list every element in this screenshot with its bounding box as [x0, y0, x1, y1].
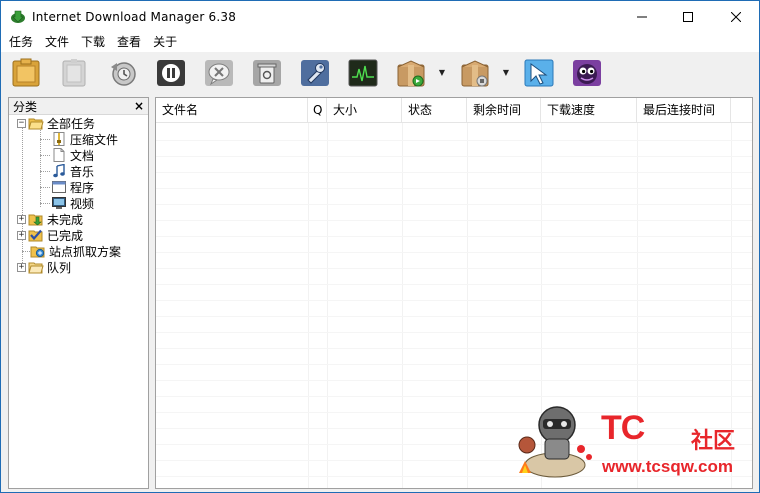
categories-close-icon[interactable]: × — [134, 100, 144, 112]
program-icon — [51, 180, 67, 194]
unfinished-folder-icon — [28, 212, 44, 226]
tree-item-grabber-projects[interactable]: 站点抓取方案 — [30, 243, 121, 259]
window-title: Internet Download Manager 6.38 — [32, 9, 237, 24]
category-tree: − 全部任务 压缩文件 文档 音乐 程序 视频 + 未完成 + 已完成 站点抓取… — [9, 115, 148, 487]
site-watermark: TC 社区 www.tcsqw.com — [509, 399, 755, 483]
column-last-try[interactable]: 最后连接时间 — [637, 98, 731, 123]
column-queue[interactable]: Q — [308, 98, 327, 123]
archive-icon — [51, 132, 67, 146]
column-transfer-rate[interactable]: 下载速度 — [541, 98, 637, 123]
column-time-left[interactable]: 剩余时间 — [467, 98, 541, 123]
tree-label: 未完成 — [47, 212, 84, 227]
tree-item-finished[interactable]: + 已完成 — [17, 227, 83, 243]
stop-queue-dropdown-icon[interactable]: ▼ — [501, 67, 511, 77]
options-button[interactable] — [299, 57, 331, 89]
tell-friend-button[interactable] — [571, 57, 603, 89]
tree-label: 音乐 — [70, 164, 95, 179]
watermark-url: www.tcsqw.com — [602, 457, 733, 476]
tree-item-video[interactable]: 视频 — [51, 195, 94, 211]
tree-label: 压缩文件 — [70, 132, 119, 147]
menu-file[interactable]: 文件 — [39, 32, 75, 52]
delete-button[interactable] — [203, 57, 235, 89]
document-icon — [51, 148, 67, 162]
grabber-icon — [524, 59, 554, 87]
close-icon — [731, 11, 741, 22]
stop-all-button[interactable] — [155, 57, 187, 89]
tree-item-queues[interactable]: + 队列 — [17, 259, 71, 275]
menu-help[interactable]: 关于 — [147, 32, 183, 52]
scheduler-button[interactable] — [347, 57, 379, 89]
menu-bar: 任务 文件 下载 查看 关于 — [1, 32, 759, 52]
delete-icon — [205, 60, 233, 86]
column-status[interactable]: 状态 — [402, 98, 467, 123]
collapse-icon[interactable]: − — [17, 118, 26, 128]
video-icon — [51, 196, 67, 210]
tree-label: 文档 — [70, 148, 95, 163]
expand-icon[interactable]: + — [17, 262, 26, 272]
resume-icon — [62, 59, 86, 87]
folder-open-icon — [28, 116, 44, 130]
watermark-brand: TC — [601, 409, 645, 447]
new-task-icon — [12, 58, 40, 87]
tell-friend-icon — [573, 60, 601, 86]
stop-button[interactable] — [107, 57, 139, 89]
stop-queue-icon — [461, 60, 489, 87]
column-size[interactable]: 大小 — [327, 98, 402, 123]
tree-label: 程序 — [70, 180, 95, 195]
column-file-name[interactable]: 文件名 — [156, 98, 308, 123]
tree-item-music[interactable]: 音乐 — [51, 163, 94, 179]
stop-all-icon — [157, 60, 185, 86]
maximize-icon — [683, 11, 693, 22]
tree-label: 全部任务 — [47, 116, 96, 131]
menu-downloads[interactable]: 下载 — [75, 32, 111, 52]
queue-folder-icon — [28, 260, 44, 274]
idm-logo-icon — [10, 9, 26, 25]
categories-panel: 分类 × − 全部任务 压缩文件 文档 音乐 程序 视频 + 未完成 + 已完成… — [8, 97, 149, 489]
menu-tasks[interactable]: 任务 — [3, 32, 39, 52]
start-queue-icon — [397, 60, 425, 87]
expand-icon[interactable]: + — [17, 214, 26, 224]
tree-label: 已完成 — [47, 228, 84, 243]
tree-item-compressed[interactable]: 压缩文件 — [51, 131, 118, 147]
categories-title: 分类 — [13, 99, 38, 114]
scheduler-icon — [348, 59, 378, 87]
finished-folder-icon — [28, 228, 44, 242]
tree-item-all-downloads[interactable]: − 全部任务 — [17, 115, 95, 131]
tree-item-documents[interactable]: 文档 — [51, 147, 94, 163]
start-queue-dropdown-icon[interactable]: ▼ — [437, 67, 447, 77]
tree-label: 视频 — [70, 196, 95, 211]
tree-label: 队列 — [47, 260, 72, 275]
stop-queue-button[interactable] — [459, 57, 491, 89]
options-icon — [301, 60, 329, 86]
watermark-community: 社区 — [691, 429, 736, 454]
delete-completed-button[interactable] — [251, 57, 283, 89]
minimize-button[interactable] — [619, 1, 665, 32]
close-button[interactable] — [713, 1, 759, 32]
delete-all-icon — [253, 60, 281, 86]
grabber-project-icon — [30, 244, 46, 258]
tree-item-programs[interactable]: 程序 — [51, 179, 94, 195]
app-window: Internet Download Manager 6.38 任务 文件 下载 … — [0, 0, 760, 493]
stop-icon — [111, 62, 136, 86]
resume-button[interactable] — [58, 57, 90, 89]
toolbar: ▼ ▼ — [1, 52, 759, 94]
minimize-icon — [637, 16, 647, 17]
tree-item-unfinished[interactable]: + 未完成 — [17, 211, 83, 227]
grabber-button[interactable] — [523, 57, 555, 89]
music-icon — [51, 163, 67, 178]
add-url-button[interactable] — [10, 57, 42, 89]
categories-header: 分类 × — [9, 98, 148, 115]
list-header: 文件名 Q 大小 状态 剩余时间 下载速度 最后连接时间 — [156, 98, 752, 123]
expand-icon[interactable]: + — [17, 230, 26, 240]
mascot-logo-icon — [518, 406, 592, 478]
start-queue-button[interactable] — [395, 57, 427, 89]
maximize-button[interactable] — [665, 1, 711, 32]
menu-view[interactable]: 查看 — [111, 32, 147, 52]
tree-label: 站点抓取方案 — [49, 244, 122, 259]
title-bar[interactable]: Internet Download Manager 6.38 — [1, 1, 759, 32]
